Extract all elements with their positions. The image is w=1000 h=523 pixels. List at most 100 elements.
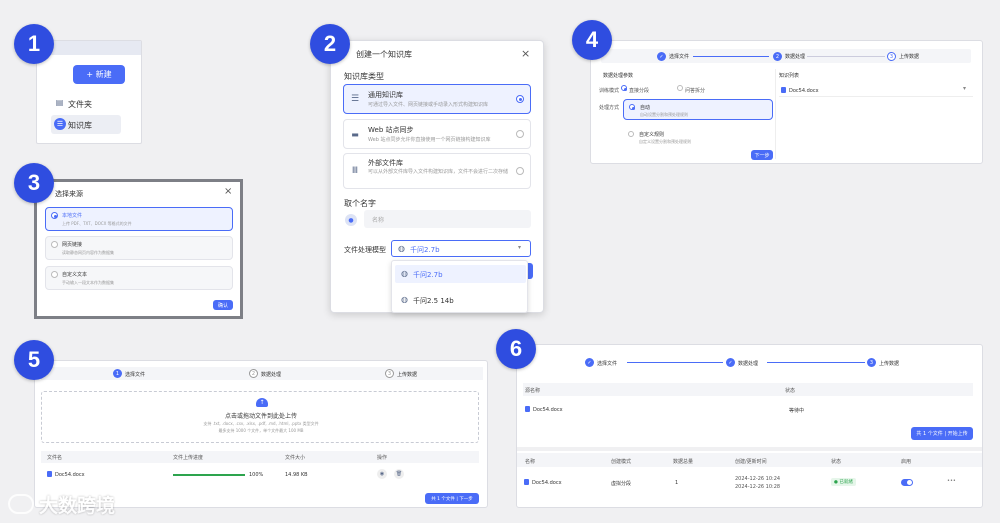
step-1-label: 选择文件 xyxy=(669,54,690,60)
menu-item-knowledge[interactable]: ☰ 知识库 xyxy=(51,115,121,134)
step-badge-4: 4 xyxy=(572,20,612,60)
model-option-1[interactable]: ◍ 千问2.7b xyxy=(395,265,526,283)
menu-item-folder[interactable]: ▤ 文件夹 xyxy=(51,94,131,112)
name-input-placeholder: 名称 xyxy=(372,217,385,224)
step-line-1 xyxy=(627,362,723,363)
mode-label: 训练模式 xyxy=(599,88,620,94)
step-line-2 xyxy=(767,362,865,363)
source-local-title: 本地文件 xyxy=(62,213,83,219)
divider xyxy=(775,69,776,159)
radio-local[interactable] xyxy=(51,212,58,219)
col-source-name: 源名称 xyxy=(525,388,541,394)
col-enabled: 启用 xyxy=(901,459,912,465)
stepper: ✓ 选择文件 ✓ 数据处理 3 上传数据 xyxy=(575,357,975,371)
radio-mode-qa[interactable] xyxy=(677,85,683,91)
type-card-web[interactable]: ▬ Web 站点同步 Web 站点同步允许你直接使用一个网页链接构建知识库 xyxy=(343,119,531,149)
radio-general[interactable] xyxy=(516,95,524,103)
eye-icon[interactable]: ◉ xyxy=(377,469,387,479)
type-card-external-title: 外部文件库 xyxy=(368,159,403,167)
chevron-down-icon: ▾ xyxy=(963,85,967,92)
dataset-row-count: 1 xyxy=(675,480,679,486)
step-badge-2: 2 xyxy=(310,24,350,64)
close-icon[interactable]: × xyxy=(521,47,530,60)
source-table-header: 源名称 状态 xyxy=(523,383,973,396)
col-time: 创建/更新时间 xyxy=(735,459,767,465)
step-1-check: ✓ xyxy=(585,358,594,367)
params-title: 数据处理参数 xyxy=(603,73,634,79)
table-row: Doc54.docx 虚拟分段 1 2024-12-26 10:24 2024-… xyxy=(517,473,982,495)
name-input[interactable]: 名称 xyxy=(364,210,531,228)
step-3-current: 3 xyxy=(867,358,876,367)
next-button[interactable]: 下一步 xyxy=(751,150,773,160)
panel-5-upload: 1 选择文件 2 数据处理 3 上传数据 ↑ 点击或拖动文件到此处上传 支持 .… xyxy=(34,360,488,508)
type-label: 知识库类型 xyxy=(344,72,384,81)
menu-item-knowledge-label: 知识库 xyxy=(68,121,92,130)
method-card-auto[interactable]: 自动 自动设置分割和预处理规则 xyxy=(623,99,773,120)
col-action: 操作 xyxy=(377,455,388,461)
step-3-label: 上传数据 xyxy=(397,372,418,378)
trash-icon[interactable]: 🗑 xyxy=(394,469,404,479)
dataset-row-name[interactable]: Doc54.docx xyxy=(532,480,562,486)
avatar-icon[interactable]: ● xyxy=(345,214,357,226)
method-card-custom[interactable]: 自定义规则 自定义设置分割和预处理规则 xyxy=(623,127,773,148)
step-1-current: 1 xyxy=(113,369,122,378)
col-count: 数据总量 xyxy=(673,459,694,465)
source-card-web[interactable]: 网页链接 读取静态网页内容作为数据集 xyxy=(45,236,233,260)
radio-external[interactable] xyxy=(516,167,524,175)
model-option-2[interactable]: ◍ 千问2.5 14b xyxy=(395,291,526,309)
radio-method-custom[interactable] xyxy=(628,131,634,137)
mode-direct-label: 直接分段 xyxy=(629,88,650,94)
doc-icon xyxy=(47,471,52,477)
source-card-local[interactable]: 本地文件 上传 PDF、TXT、DOCX 等格式的文件 xyxy=(45,207,233,231)
step-2-check: ✓ xyxy=(726,358,735,367)
source-card-text[interactable]: 自定义文本 手动输入一段文本作为数据集 xyxy=(45,266,233,290)
upload-cloud-icon: ↑ xyxy=(256,398,268,407)
watermark: 大数跨境 xyxy=(8,490,115,518)
source-web-desc: 读取静态网页内容作为数据集 xyxy=(62,250,114,255)
col-status: 状态 xyxy=(785,388,796,394)
dataset-row-mode: 虚拟分段 xyxy=(611,481,632,487)
stepper: ✓ 选择文件 2 数据处理 3 上传数据 xyxy=(601,49,971,63)
new-dropdown: ▤ 文件夹 ☰ 知识库 xyxy=(51,92,141,143)
step-3-label: 上传数据 xyxy=(899,54,920,60)
model-icon: ◍ xyxy=(398,244,405,253)
model-option-2-icon: ◍ xyxy=(401,295,408,304)
type-card-general-desc: 可通过导入文件、网页链接或手动录入形式构建知识库 xyxy=(368,102,489,108)
toggle-knob xyxy=(907,480,912,485)
radio-web[interactable] xyxy=(516,130,524,138)
source-confirm-button[interactable]: 确认 xyxy=(213,300,233,310)
type-card-web-title: Web 站点同步 xyxy=(368,126,414,134)
row-progress: 100% xyxy=(249,472,264,478)
dataset-row-updated: 2024-12-26 10:28 xyxy=(735,484,781,490)
menu-item-folder-label: 文件夹 xyxy=(68,100,92,109)
source-row-name: Doc54.docx xyxy=(533,407,563,413)
start-upload-button[interactable]: 共 1 个文件 | 开始上传 xyxy=(911,427,973,440)
col-filename: 文件名 xyxy=(47,455,63,461)
enable-toggle[interactable] xyxy=(901,479,913,486)
database-icon: ☰ xyxy=(54,118,66,130)
progress-bar xyxy=(173,474,245,476)
type-card-general[interactable]: ☰ 通用知识库 可通过导入文件、网页链接或手动录入形式构建知识库 xyxy=(343,84,531,114)
radio-text[interactable] xyxy=(51,271,58,278)
drop-zone[interactable]: ↑ 点击或拖动文件到此处上传 支持 .txt, .docx, .csv, .xl… xyxy=(41,391,479,443)
type-card-external[interactable]: Ⅲ 外部文件库 可以从外部文件库导入文件构建知识库，文件不会进行二次存储 xyxy=(343,153,531,189)
step-2-label: 数据处理 xyxy=(261,372,282,378)
source-text-desc: 手动输入一段文本作为数据集 xyxy=(62,280,114,285)
radio-mode-direct[interactable] xyxy=(621,85,627,91)
model-select[interactable]: ◍ 千问2.7b ▾ xyxy=(391,240,531,257)
doc-icon xyxy=(524,479,529,485)
section-divider xyxy=(517,447,982,451)
close-icon[interactable]: × xyxy=(224,186,232,197)
new-button[interactable]: + 新建 xyxy=(73,65,125,84)
dialog-title: 创建一个知识库 xyxy=(356,50,412,59)
more-icon[interactable]: ••• xyxy=(947,478,956,484)
col-mode: 创建模式 xyxy=(611,459,632,465)
upload-next-button[interactable]: 共 1 个文件 | 下一步 xyxy=(425,493,479,504)
radio-method-auto[interactable] xyxy=(629,104,635,110)
doc-icon xyxy=(781,87,786,93)
knowledge-file-row[interactable]: Doc54.docx ▾ xyxy=(779,85,973,97)
step-2-label: 数据处理 xyxy=(738,361,759,367)
model-dropdown: ◍ 千问2.7b ◍ 千问2.5 14b xyxy=(391,260,528,313)
dataset-row-created: 2024-12-26 10:24 xyxy=(735,476,781,482)
radio-web-link[interactable] xyxy=(51,241,58,248)
